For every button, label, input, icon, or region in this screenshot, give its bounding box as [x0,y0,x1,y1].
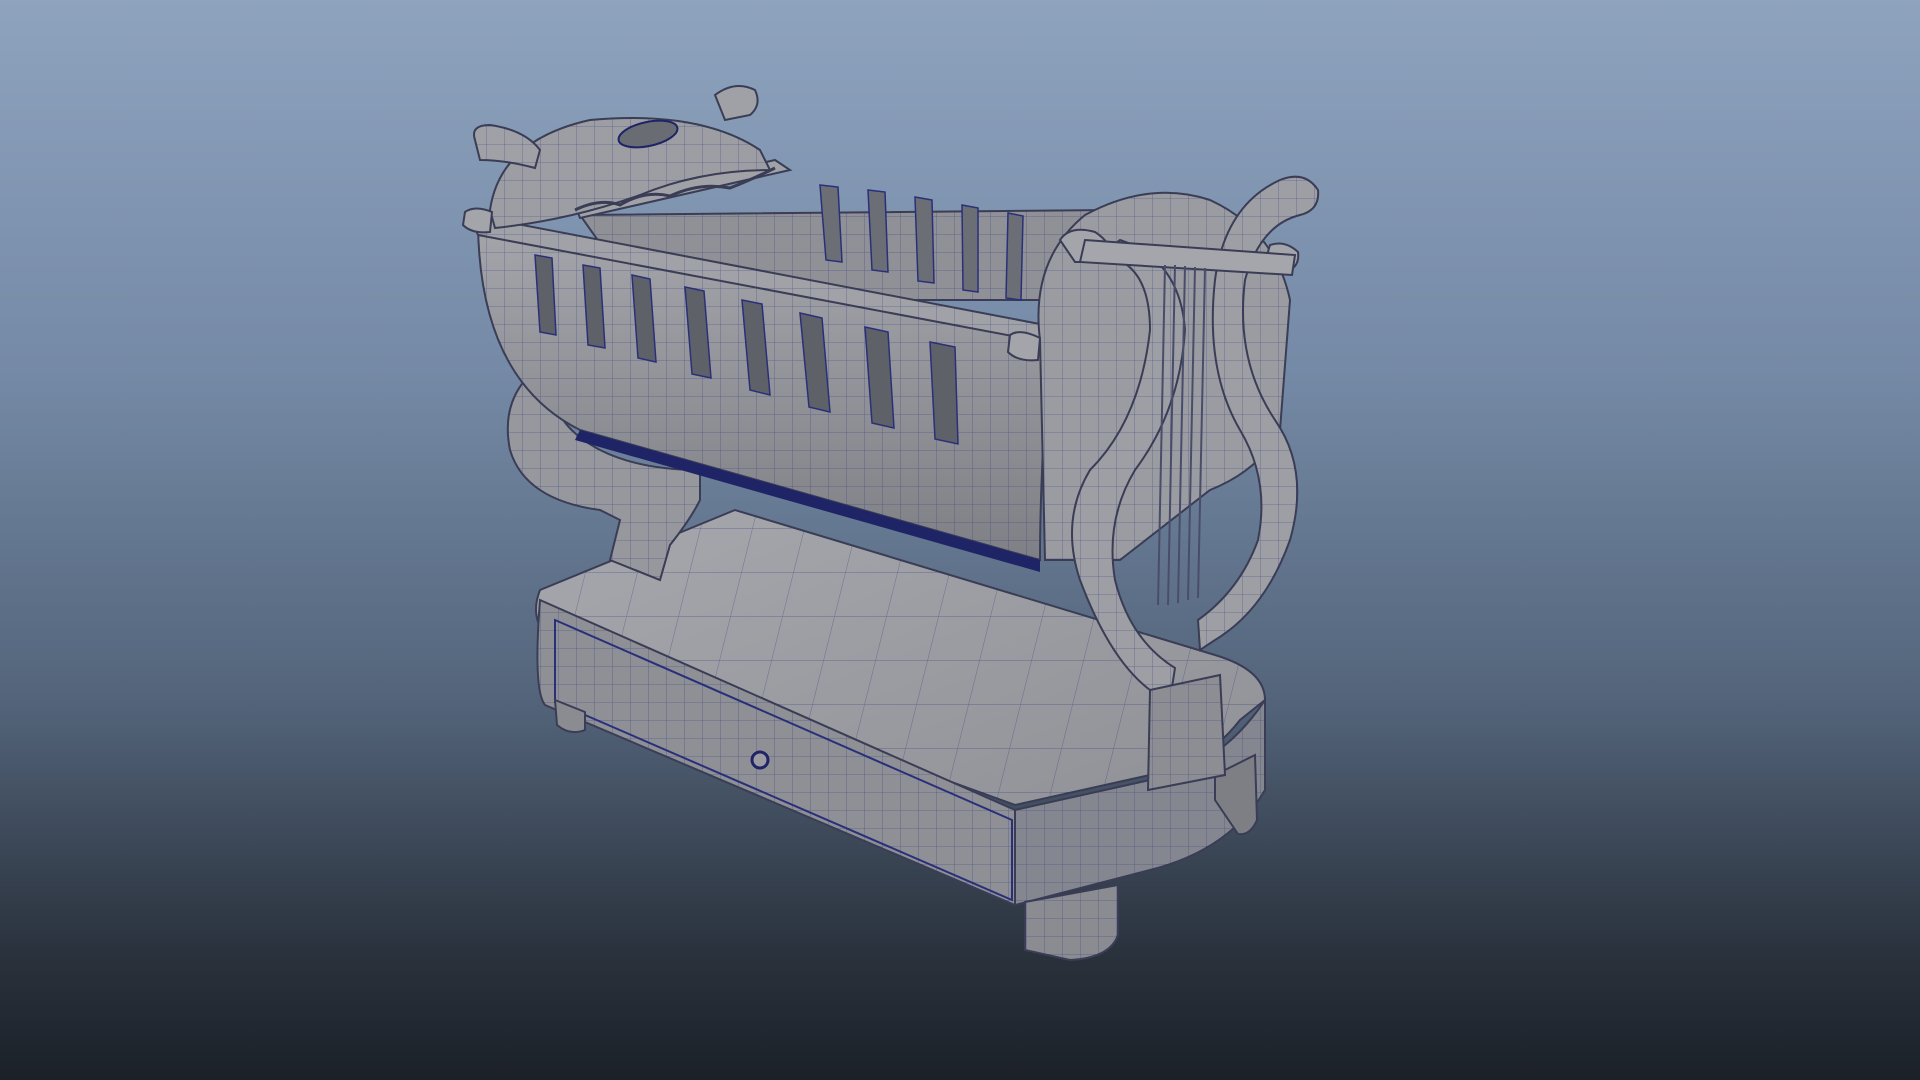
cradle-model [461,85,1320,962]
drawer-knob [750,750,770,770]
3d-viewport[interactable] [0,0,1920,1080]
cradle-basket [468,158,1112,572]
